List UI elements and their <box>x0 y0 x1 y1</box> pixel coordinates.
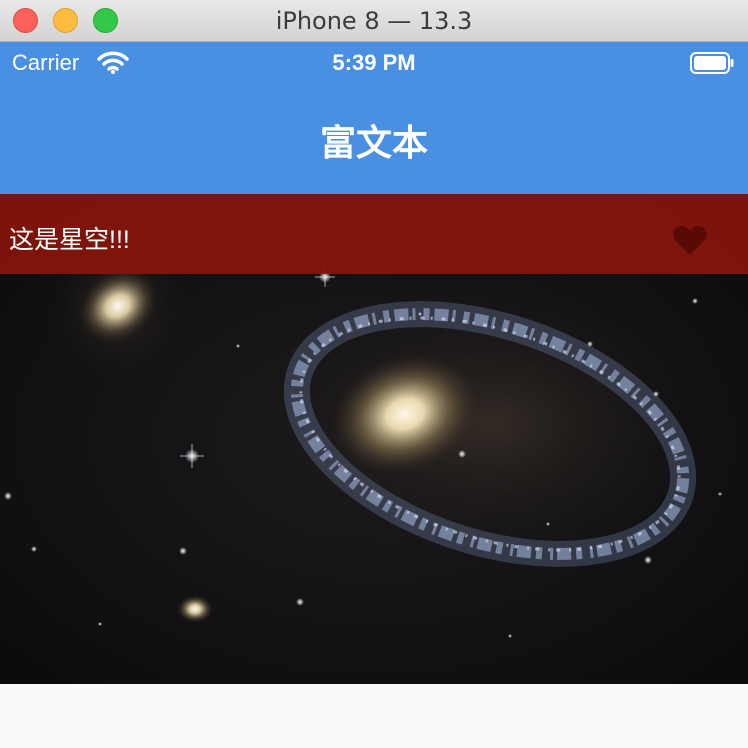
navigation-bar: 富文本 <box>0 84 748 194</box>
status-time: 5:39 PM <box>332 50 416 75</box>
caption-overlay: 这是星空!!! <box>0 194 748 274</box>
status-bar: Carrier 5:39 PM <box>0 42 748 84</box>
content-background <box>0 684 748 748</box>
battery-icon <box>690 52 734 74</box>
simulator-titlebar: iPhone 8 — 13.3 <box>0 0 748 42</box>
caption-text: 这是星空!!! <box>9 226 130 254</box>
heart-icon[interactable] <box>672 224 708 256</box>
window-title: iPhone 8 — 13.3 <box>275 7 473 35</box>
nav-title: 富文本 <box>319 122 428 163</box>
